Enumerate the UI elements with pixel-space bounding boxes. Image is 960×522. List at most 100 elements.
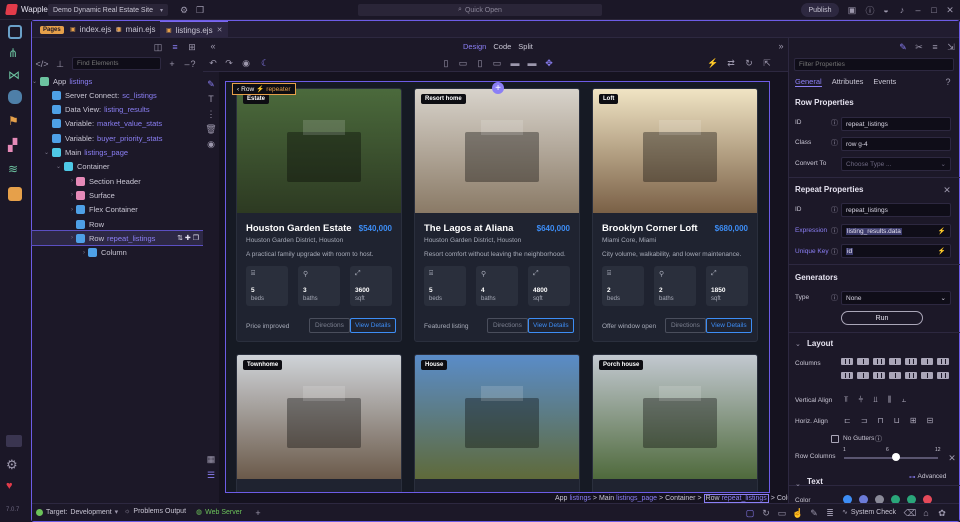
expand-chevron-icon[interactable]: ⌄ [32,149,52,156]
refresh-icon[interactable]: ↻ [760,507,772,519]
tree-item[interactable]: ⌄ Main listings_page [32,146,203,160]
list-tree-icon[interactable]: ≡ [169,41,181,53]
horizontal-align-options[interactable]: ⊏ ⊐ ⊓ ⊔ ⊞ ⊟ [844,416,933,425]
brush-icon[interactable]: ✎ [808,507,820,519]
chat-icon[interactable] [6,435,22,447]
run-button[interactable]: Run [841,311,923,325]
bell-icon[interactable]: ♪ [896,4,908,16]
edit-props-icon[interactable]: ✎ [897,41,909,53]
row-id-input[interactable]: repeat_listings [841,117,951,131]
split-mode-button[interactable]: Split [518,42,533,51]
unique-key-input[interactable]: id ⚡ [841,244,951,258]
publish-button[interactable]: Publish [801,3,839,17]
tab-events[interactable]: Events [873,77,896,87]
text-icon[interactable]: T [205,93,217,105]
directions-button[interactable]: Directions [487,318,528,333]
column-preset-icon[interactable] [921,372,933,379]
tab-attributes[interactable]: Attributes [832,77,864,87]
find-elements-input[interactable] [72,57,161,70]
row-repeater-tag[interactable]: ‹ Row ⚡ repeater [232,83,296,95]
tablet-icon[interactable]: ▯ [474,57,486,69]
listing-card[interactable]: Resort home The Lagos at Aliana $640,000 Ho… [414,88,580,342]
assets-icon[interactable]: ▞ [8,138,22,152]
expand-chevron-icon[interactable]: › [32,207,76,213]
stack-icon[interactable]: ≡ [929,41,941,53]
tab-general[interactable]: General [795,77,822,87]
refresh-icon[interactable]: ↻ [743,57,755,69]
toggle-icon[interactable]: ⇄ [725,57,737,69]
column-preset-icon[interactable] [905,372,917,379]
close-section-icon[interactable]: ✕ [941,184,953,196]
phone-landscape-icon[interactable]: ▭ [457,57,469,69]
hierarchy-icon[interactable]: ⊞ [186,41,198,53]
add-element-button[interactable]: + [492,82,504,94]
monitor-icon[interactable]: ▬ [526,57,538,69]
column-preset-icon[interactable] [921,358,933,365]
workflow-icon[interactable]: ⋔ [8,46,22,60]
tree-item[interactable]: Row [32,217,203,231]
square-icon[interactable]: ▢ [744,507,756,519]
row-class-input[interactable]: row g-4 [841,137,951,151]
directions-button[interactable]: Directions [665,318,706,333]
minimize-icon[interactable]: – [912,4,924,16]
column-preset-icon[interactable] [889,358,901,365]
design-mode-button[interactable]: Design [463,42,486,51]
tab-main[interactable]: ▣ main.ejs [110,21,161,38]
repeat-id-input[interactable]: repeat_listings [841,203,951,217]
tree-item[interactable]: Variable: market_value_stats [32,117,203,131]
drop-icon[interactable]: ◒ [880,4,892,16]
tab-listings[interactable]: ▣ listings.ejs ✕ [160,21,229,38]
tree-item[interactable]: › Surface [32,188,203,202]
listing-card[interactable]: Townhome [236,354,402,492]
tree-item[interactable]: Server Connect: sc_listings [32,88,203,102]
breadcrumb-item[interactable]: Container [665,495,695,502]
generator-type-select[interactable]: None ⌄ [841,291,951,305]
project-selector[interactable]: Demo Dynamic Real Estate Site ▾ [48,4,168,16]
lines-icon[interactable]: ☰ [205,469,217,481]
code-icon[interactable]: </> [36,58,49,70]
stack-icon[interactable]: ≋ [8,162,22,176]
help-icon[interactable]: ? [187,58,199,70]
column-preset-icon[interactable] [841,358,853,365]
tree-item[interactable]: › Column [32,246,203,260]
tree-item[interactable]: › Section Header [32,174,203,188]
tree-item[interactable]: Data View: listing_results [32,103,203,117]
robot-icon[interactable] [8,187,22,201]
row-columns-slider[interactable] [844,457,938,459]
eye-icon[interactable]: ◉ [205,138,217,150]
collapse-icon[interactable]: ⌄ [795,340,801,348]
column-preset-icon[interactable] [873,372,885,379]
listing-card[interactable]: Estate Houston Garden Estate $540,000 Houst… [236,88,402,342]
api-icon[interactable]: ⋈ [8,68,22,82]
view-details-button[interactable]: View Details [350,318,396,333]
breadcrumb-item[interactable]: Row repeat_listings [703,493,769,503]
view-details-button[interactable]: View Details [528,318,574,333]
phone-icon[interactable]: ▯ [440,57,452,69]
quick-open-bar[interactable]: ⌕ Quick Open [358,4,602,16]
grid-snap-icon[interactable]: ⋮ [205,108,217,120]
database-icon[interactable] [8,90,22,104]
add-icon[interactable]: + [252,507,264,519]
target-selector[interactable]: Target: Development ▾ [36,508,118,516]
redo-icon[interactable]: ↷ [223,57,235,69]
tree-item[interactable]: › Flex Container [32,203,203,217]
add-icon[interactable]: + [166,58,178,70]
expand-chevron-icon[interactable]: › [32,235,76,241]
output-button[interactable]: Output [165,508,186,515]
pages-icon[interactable] [8,25,22,39]
directions-button[interactable]: Directions [309,318,350,333]
layers-icon[interactable]: ❐ [194,4,206,16]
undo-icon[interactable]: ↶ [207,57,219,69]
code-mode-button[interactable]: Code [493,42,511,51]
row-actions-icon[interactable]: ⇅ ✚ ❐ [177,234,199,242]
help-icon[interactable]: ? [942,76,954,88]
collapse-left-icon[interactable]: « [207,40,219,52]
tree-item[interactable]: › Row repeat_listings ⇅ ✚ ❐ [31,230,204,247]
tools-icon[interactable]: ✂ [913,41,925,53]
tree-item[interactable]: ⌄ Container [32,160,203,174]
trash-icon[interactable]: 🗑 [205,123,217,135]
expand-chevron-icon[interactable]: › [32,192,76,198]
problems-button[interactable]: ☼ Problems [124,508,163,515]
breadcrumb-item[interactable]: Main listings_page [599,495,657,502]
clear-icon[interactable]: ✕ [946,452,958,464]
